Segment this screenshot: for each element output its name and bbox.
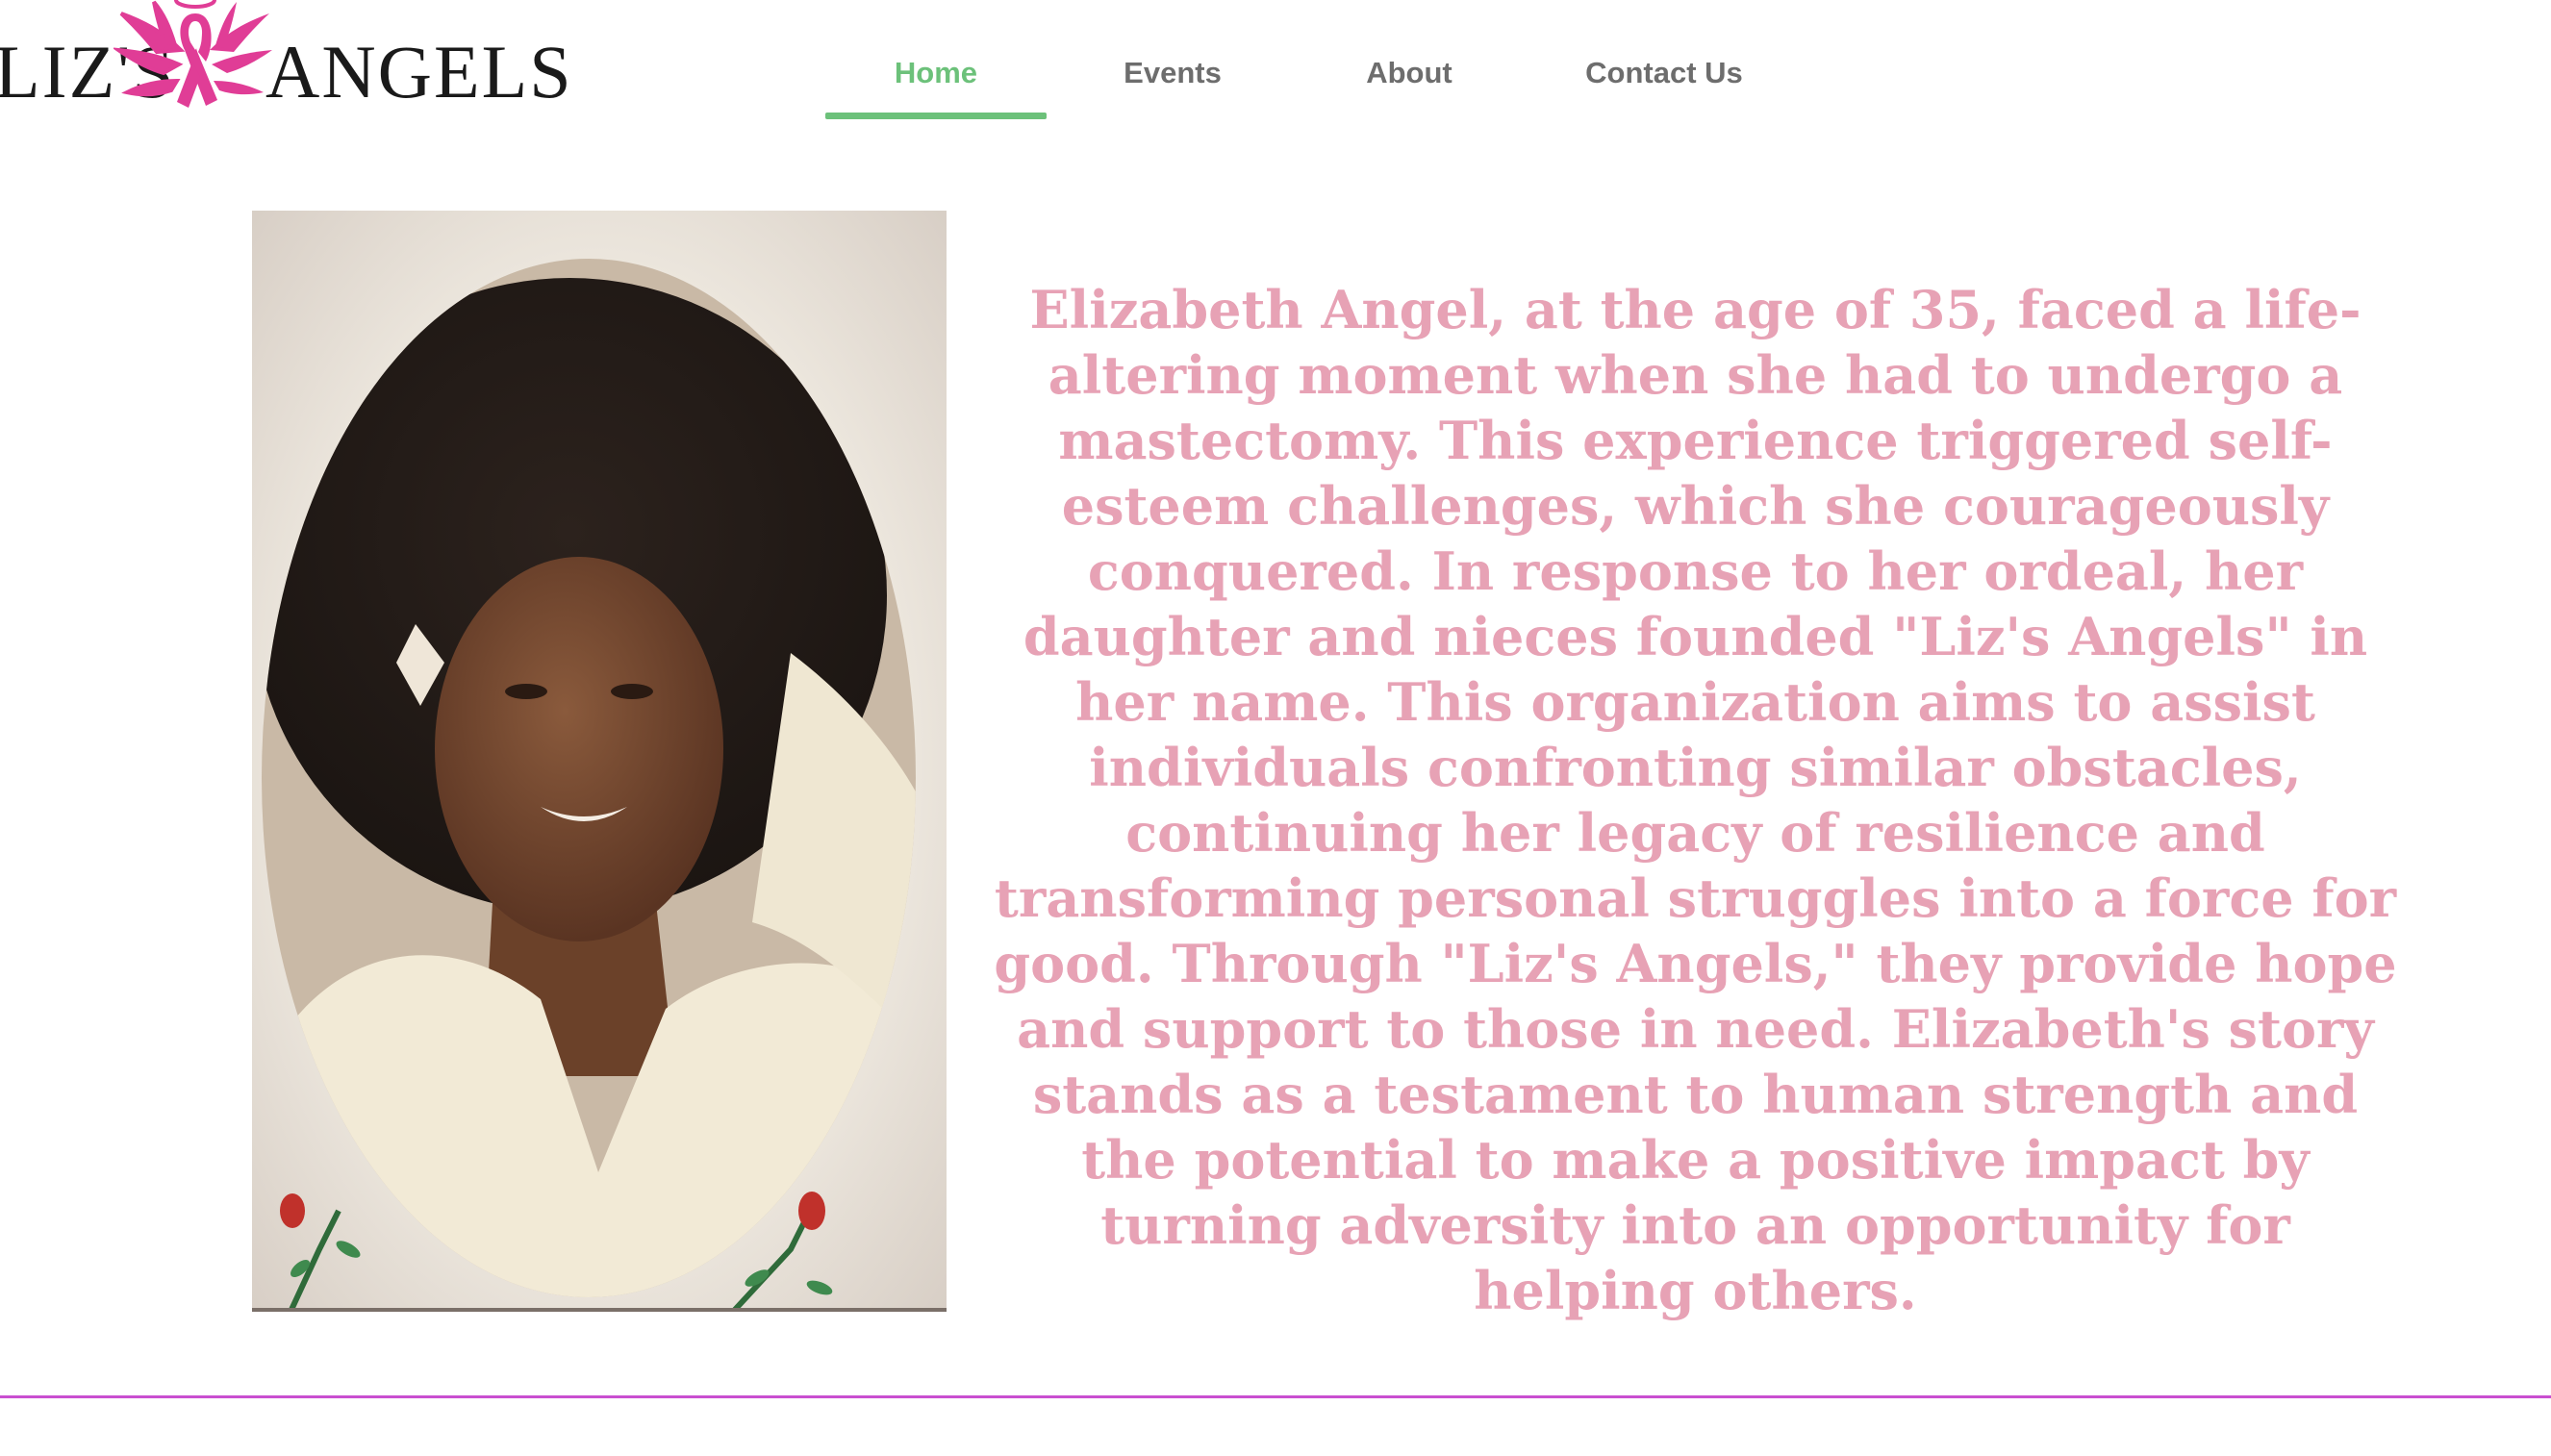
site-logo[interactable]: LIZ'S ANGELS [0, 0, 571, 139]
site-header: LIZ'S ANGELS Home Events About Contact U… [0, 0, 2551, 154]
portrait-photo [252, 211, 947, 1312]
logo-text-right: ANGELS [265, 30, 573, 113]
main-nav: Home Events About Contact Us [825, 38, 1808, 125]
bottom-divider [0, 1395, 2551, 1398]
nav-item-home[interactable]: Home [825, 38, 1047, 119]
founder-story-text: Elizabeth Angel, at the age of 35, faced… [994, 279, 2397, 1321]
nav-item-contact-us[interactable]: Contact Us [1520, 38, 1808, 119]
pink-ribbon-angel-wings-icon [114, 0, 272, 108]
nav-item-about[interactable]: About [1299, 38, 1520, 119]
portrait-photo-image [252, 211, 947, 1308]
nav-item-events[interactable]: Events [1047, 38, 1299, 119]
